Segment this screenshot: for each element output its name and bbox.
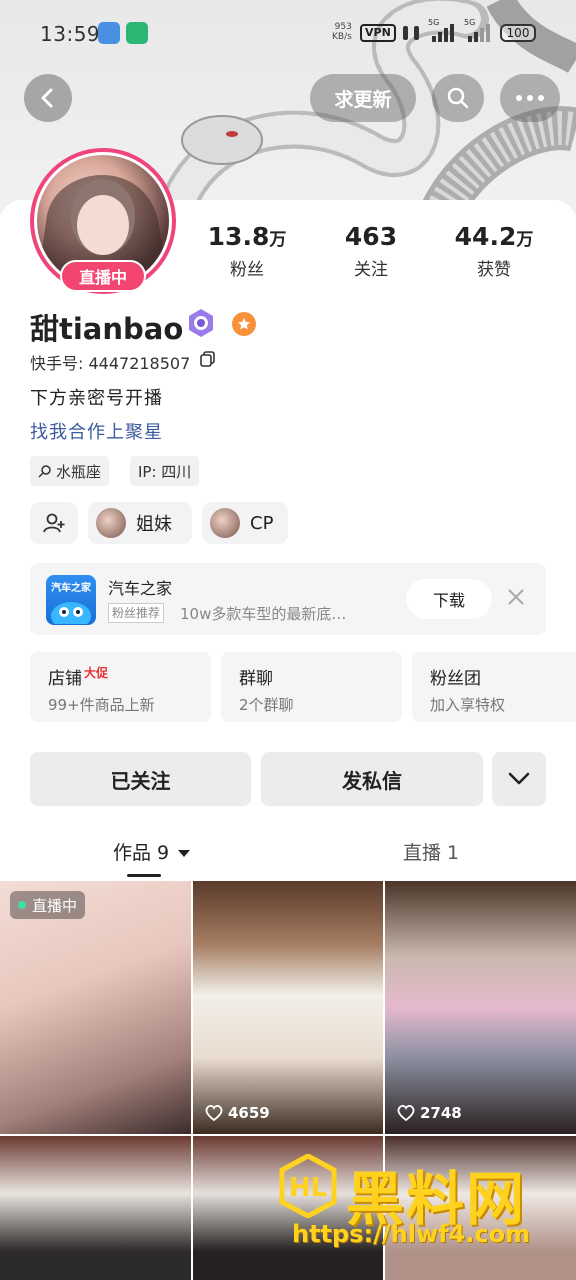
- signal-type: 5G: [428, 18, 440, 27]
- expand-button[interactable]: [492, 752, 546, 806]
- live-badge[interactable]: 直播中: [60, 260, 146, 292]
- grid-item[interactable]: 4659: [193, 881, 383, 1134]
- tab-active-indicator: [127, 874, 161, 877]
- more-dots-icon: [516, 95, 544, 101]
- ad-logo-text: 汽车之家: [51, 583, 91, 594]
- tab-works[interactable]: 作品 9: [113, 838, 191, 865]
- feature-subtitle: 加入享特权: [430, 696, 506, 714]
- feature-title: 店铺 大促: [48, 666, 109, 689]
- avatar: [96, 508, 126, 538]
- stat-value: 463: [344, 222, 398, 251]
- grid-live-badge: 直播中: [10, 891, 86, 919]
- network-speed-unit: KB/s: [332, 32, 352, 42]
- username: 甜tianbao: [30, 312, 184, 346]
- star-badge-icon[interactable]: [232, 312, 256, 336]
- like-count-value: 2748: [420, 1104, 462, 1122]
- network-speed-value: 953: [334, 22, 352, 32]
- ad-description: 10w多款车型的最新底…: [180, 605, 347, 623]
- like-count: 2748: [397, 1104, 462, 1122]
- shop-card[interactable]: 店铺 大促 99+件商品上新: [30, 652, 211, 722]
- ad-title: 汽车之家: [108, 579, 173, 598]
- stat-label: 获赞: [477, 260, 511, 280]
- add-person-icon: [43, 513, 65, 533]
- back-button[interactable]: [24, 74, 72, 122]
- relation-chip-cp[interactable]: CP: [202, 502, 288, 544]
- zodiac-label: 水瓶座: [56, 462, 102, 481]
- fan-club-card[interactable]: 粉丝团 加入享特权: [412, 652, 576, 722]
- stat-value: 13.8万: [207, 222, 287, 251]
- chevron-left-icon: [41, 88, 53, 108]
- vpn-indicator: VPN: [360, 24, 396, 42]
- bio-line: 下方亲密号开播: [30, 388, 163, 409]
- kwai-id: 快手号: 4447218507: [30, 354, 191, 373]
- grid-item[interactable]: 2748: [385, 881, 576, 1134]
- followed-button[interactable]: 已关注: [30, 752, 251, 806]
- ad-tag: 粉丝推荐: [108, 603, 165, 623]
- status-time: 13:59: [40, 22, 101, 46]
- relation-chip-sisters[interactable]: 姐妹: [88, 502, 192, 544]
- live-dot-icon: [18, 901, 26, 909]
- search-button[interactable]: [432, 74, 484, 122]
- zodiac-tag: 水瓶座: [30, 456, 110, 486]
- close-icon[interactable]: [504, 585, 528, 609]
- heart-icon: [397, 1105, 415, 1121]
- more-options-button[interactable]: [500, 74, 560, 122]
- ad-download-button[interactable]: 下载: [406, 579, 492, 619]
- like-count: 4659: [205, 1104, 270, 1122]
- search-icon: [447, 87, 469, 109]
- stat-label: 粉丝: [230, 260, 264, 280]
- feature-title: 群聊: [239, 669, 273, 689]
- grid-live-label: 直播中: [32, 896, 78, 915]
- feature-subtitle: 2个群聊: [239, 696, 294, 714]
- ip-label: IP: 四川: [138, 462, 192, 481]
- ad-card[interactable]: 汽车之家 汽车之家 粉丝推荐 10w多款车型的最新底… 下载: [30, 563, 546, 635]
- grid-item[interactable]: [0, 1136, 191, 1280]
- app-notification-icon: [126, 22, 148, 44]
- add-friend-button[interactable]: [30, 502, 78, 544]
- tab-works-label: 作品 9: [113, 842, 170, 864]
- app-notification-icon: [98, 22, 120, 44]
- watermark-url: https://hlwf4.com: [292, 1220, 531, 1248]
- ip-tag: IP: 四川: [130, 456, 200, 486]
- avatar: [210, 508, 240, 538]
- copy-icon[interactable]: [199, 350, 217, 368]
- heart-icon: [205, 1105, 223, 1121]
- like-count-value: 4659: [228, 1104, 270, 1122]
- feature-subtitle: 99+件商品上新: [48, 696, 155, 714]
- stat-value: 44.2万: [454, 222, 534, 251]
- svg-text:HL: HL: [289, 1173, 327, 1203]
- group-chat-card[interactable]: 群聊 2个群聊: [221, 652, 402, 722]
- stat-label: 关注: [354, 260, 388, 280]
- network-speed: 953 KB/s: [332, 22, 352, 42]
- watermark: HL 黑料网 https://hlwf4.com: [276, 1150, 576, 1280]
- watermark-logo-icon: HL: [279, 1154, 337, 1218]
- relation-label: 姐妹: [136, 514, 172, 535]
- followers-stat[interactable]: 13.8万 粉丝: [200, 222, 294, 280]
- zodiac-icon: [38, 465, 51, 478]
- promo-badge: 大促: [84, 666, 109, 680]
- status-bar: 13:59 953 KB/s VPN 5G 5G 100: [0, 0, 576, 66]
- headphones-icon: [403, 26, 419, 40]
- relation-label: CP: [250, 512, 274, 534]
- battery-indicator: 100: [500, 24, 536, 42]
- likes-stat[interactable]: 44.2万 获赞: [446, 222, 542, 280]
- grid-item[interactable]: 直播中: [0, 881, 191, 1134]
- request-update-button[interactable]: 求更新: [310, 74, 416, 122]
- message-button[interactable]: 发私信: [261, 752, 483, 806]
- signal-type: 5G: [464, 18, 476, 27]
- bio-link[interactable]: 找我合作上聚星: [30, 418, 163, 444]
- feature-title: 粉丝团: [430, 669, 481, 689]
- caret-down-icon: [178, 850, 191, 857]
- following-stat[interactable]: 463 关注: [326, 222, 416, 280]
- ad-app-logo: 汽车之家: [46, 575, 96, 625]
- tab-live[interactable]: 直播 1: [403, 838, 459, 865]
- level-badge-icon[interactable]: [186, 308, 216, 338]
- chevron-down-icon: [508, 772, 530, 785]
